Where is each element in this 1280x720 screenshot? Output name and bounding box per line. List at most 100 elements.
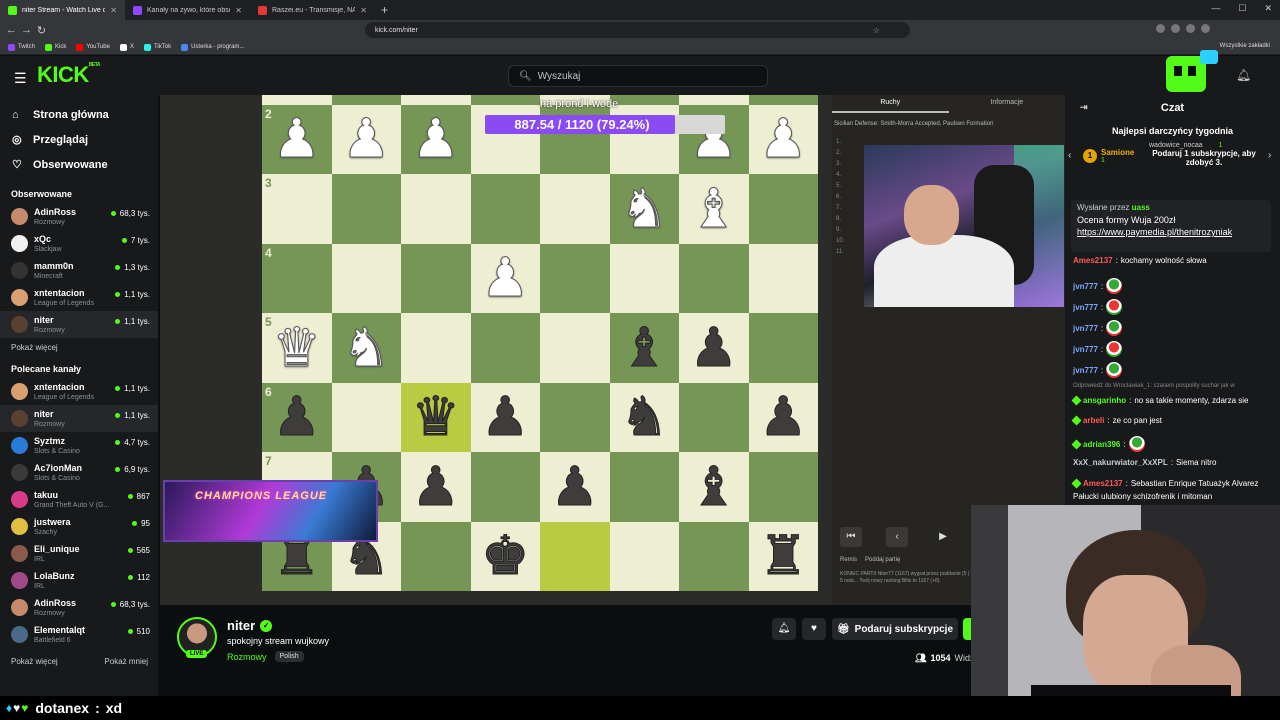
chat-username[interactable]: jvn777 <box>1073 282 1098 291</box>
browser-tab[interactable]: niter Stream - Watch Live on ✕ <box>0 0 125 20</box>
black-pawn-piece[interactable]: ♟ <box>749 383 819 453</box>
chevron-left-icon[interactable]: ‹ <box>1068 150 1071 161</box>
tab-info[interactable]: Informacje <box>949 95 1066 113</box>
white-pawn-piece[interactable]: ♟ <box>471 244 541 314</box>
board-square[interactable] <box>679 521 749 591</box>
board-square[interactable] <box>401 521 471 591</box>
profile-icon[interactable] <box>1201 24 1210 33</box>
bookmark-kick[interactable]: Kick <box>45 43 66 51</box>
play-icon[interactable]: ▶ <box>932 527 954 547</box>
menu-icon[interactable]: ☰ <box>14 70 27 87</box>
maximize-icon[interactable]: ☐ <box>1238 3 1246 14</box>
board-square[interactable] <box>540 174 610 244</box>
channel-name[interactable]: niter ✓ <box>227 618 273 633</box>
channel-item-niter[interactable]: niter Rozmowy 1,1 tys. <box>0 311 158 338</box>
bookmark-twitch[interactable]: Twitch <box>8 43 35 51</box>
bookmark-usterka[interactable]: Usterka - program... <box>181 43 244 51</box>
white-knight-piece[interactable]: ♞ <box>332 313 402 383</box>
black-pawn-piece[interactable]: ♟ <box>679 313 749 383</box>
channel-item-mamm0n[interactable]: mamm0n Minecraft 1,3 tys. <box>0 257 158 284</box>
channel-item-xntentacion[interactable]: xntentacion League of Legends 1,1 tys. <box>0 378 158 405</box>
board-square[interactable] <box>331 382 401 452</box>
board-square[interactable] <box>540 243 610 313</box>
bookmark-youtube[interactable]: YouTube <box>76 43 110 51</box>
channel-item-takuu[interactable]: takuu Grand Theft Auto V (G... 867 <box>0 486 158 513</box>
forward-icon[interactable]: → <box>19 24 34 36</box>
chevron-right-icon[interactable]: › <box>1268 150 1271 161</box>
minimize-icon[interactable]: — <box>1211 3 1220 14</box>
extension-icon[interactable] <box>1171 24 1180 33</box>
board-square[interactable] <box>609 521 679 591</box>
show-more-followed[interactable]: Pokaż więcej <box>0 340 158 356</box>
back-icon[interactable]: ← <box>4 24 19 36</box>
notification-bell-button[interactable]: 🔔︎ <box>772 618 796 640</box>
board-square[interactable] <box>609 452 679 522</box>
white-rook-piece[interactable]: ♜ <box>610 95 680 105</box>
kick-logo[interactable]: KICKBETA <box>37 62 101 88</box>
follow-heart-button[interactable]: ♥ <box>802 618 826 640</box>
reload-icon[interactable]: ↻ <box>34 24 49 37</box>
board-square[interactable] <box>609 243 679 313</box>
board-square[interactable] <box>679 243 749 313</box>
board-square[interactable] <box>401 174 471 244</box>
board-square[interactable] <box>470 174 540 244</box>
language-tag[interactable]: Polish <box>274 651 304 662</box>
board-square[interactable] <box>679 382 749 452</box>
board-square[interactable] <box>748 174 818 244</box>
close-tab-icon[interactable]: ✕ <box>235 6 242 15</box>
channel-item-xntentacion[interactable]: xntentacion League of Legends 1,1 tys. <box>0 284 158 311</box>
close-tab-icon[interactable]: ✕ <box>360 6 367 15</box>
board-square[interactable] <box>540 313 610 383</box>
chat-username[interactable]: ansgarinho <box>1083 396 1126 405</box>
browser-tab[interactable]: Raszei.eu - Transmisje, NA ŻYWO | L ✕ <box>250 0 375 20</box>
board-square[interactable] <box>748 243 818 313</box>
browser-tab[interactable]: Kanały na żywo, które obserwujesz ✕ <box>125 0 250 20</box>
black-king-piece[interactable]: ♚ <box>471 522 541 592</box>
chat-username[interactable]: jvn777 <box>1073 324 1098 333</box>
black-pawn-piece[interactable]: ♟ <box>540 452 610 522</box>
chat-username[interactable]: Ames2137 <box>1073 256 1113 265</box>
bookmark-tiktok[interactable]: TikTok <box>143 43 171 51</box>
white-rook-piece[interactable]: ♜ <box>401 95 471 105</box>
board-square[interactable] <box>401 313 471 383</box>
close-tab-icon[interactable]: ✕ <box>110 6 117 15</box>
gift-subscription-button[interactable]: 🎁︎ Podaruj subskrypcje <box>832 618 958 640</box>
channel-item-eli_unique[interactable]: Eli_unique IRL 565 <box>0 540 158 567</box>
first-move-icon[interactable]: ⏮ <box>840 527 862 547</box>
channel-item-adinross[interactable]: AdinRoss Rozmowy 68,3 tys. <box>0 594 158 621</box>
black-rook-piece[interactable]: ♜ <box>749 522 819 592</box>
board-square[interactable] <box>331 174 401 244</box>
extension-icon[interactable] <box>1156 24 1165 33</box>
resign-button[interactable]: Poddaj partię <box>865 557 900 563</box>
black-bishop-piece[interactable]: ♝ <box>679 452 749 522</box>
chat-username[interactable]: arbeli <box>1083 416 1104 425</box>
new-tab-button[interactable]: + <box>375 3 394 17</box>
board-square[interactable] <box>262 95 332 105</box>
white-pawn-piece[interactable]: ♟ <box>262 105 332 175</box>
sidebar-item-following[interactable]: ♡ Obserwowane <box>0 152 158 177</box>
chat-username[interactable]: jvn777 <box>1073 345 1098 354</box>
board-square[interactable] <box>748 313 818 383</box>
notifications-icon[interactable]: 🔔︎ <box>1236 68 1251 82</box>
board-square[interactable] <box>262 243 332 313</box>
white-pawn-piece[interactable]: ♟ <box>749 105 819 175</box>
white-rook-piece[interactable]: ♜ <box>749 95 819 105</box>
board-square[interactable] <box>262 174 332 244</box>
board-square[interactable] <box>470 313 540 383</box>
channel-item-niter[interactable]: niter Rozmowy 1,1 tys. <box>0 405 158 432</box>
chat-username[interactable]: jvn777 <box>1073 366 1098 375</box>
board-square[interactable] <box>470 95 540 105</box>
chat-username[interactable]: jvn777 <box>1073 303 1098 312</box>
prev-move-icon[interactable]: ‹ <box>886 527 908 547</box>
extension-icon[interactable] <box>1186 24 1195 33</box>
board-square[interactable] <box>331 243 401 313</box>
sidebar-item-home[interactable]: ⌂ Strona główna <box>0 102 158 127</box>
video-player[interactable]: 12345678♚♜♜♜♟♟♟♟♟♞♝♟♛♞♝♟♟♛♟♞♟♟♟♟♝♜♞♚♜ na… <box>160 95 1065 605</box>
board-square[interactable] <box>540 521 610 591</box>
white-bishop-piece[interactable]: ♝ <box>679 174 749 244</box>
url-field[interactable]: kick.com/niter ☆ <box>365 22 910 38</box>
collapse-chat-icon[interactable]: ⇥ <box>1080 102 1088 113</box>
board-square[interactable] <box>540 382 610 452</box>
show-more-button[interactable]: Pokaż więcej <box>11 654 58 670</box>
chat-username[interactable]: Ames2137 <box>1083 479 1123 488</box>
